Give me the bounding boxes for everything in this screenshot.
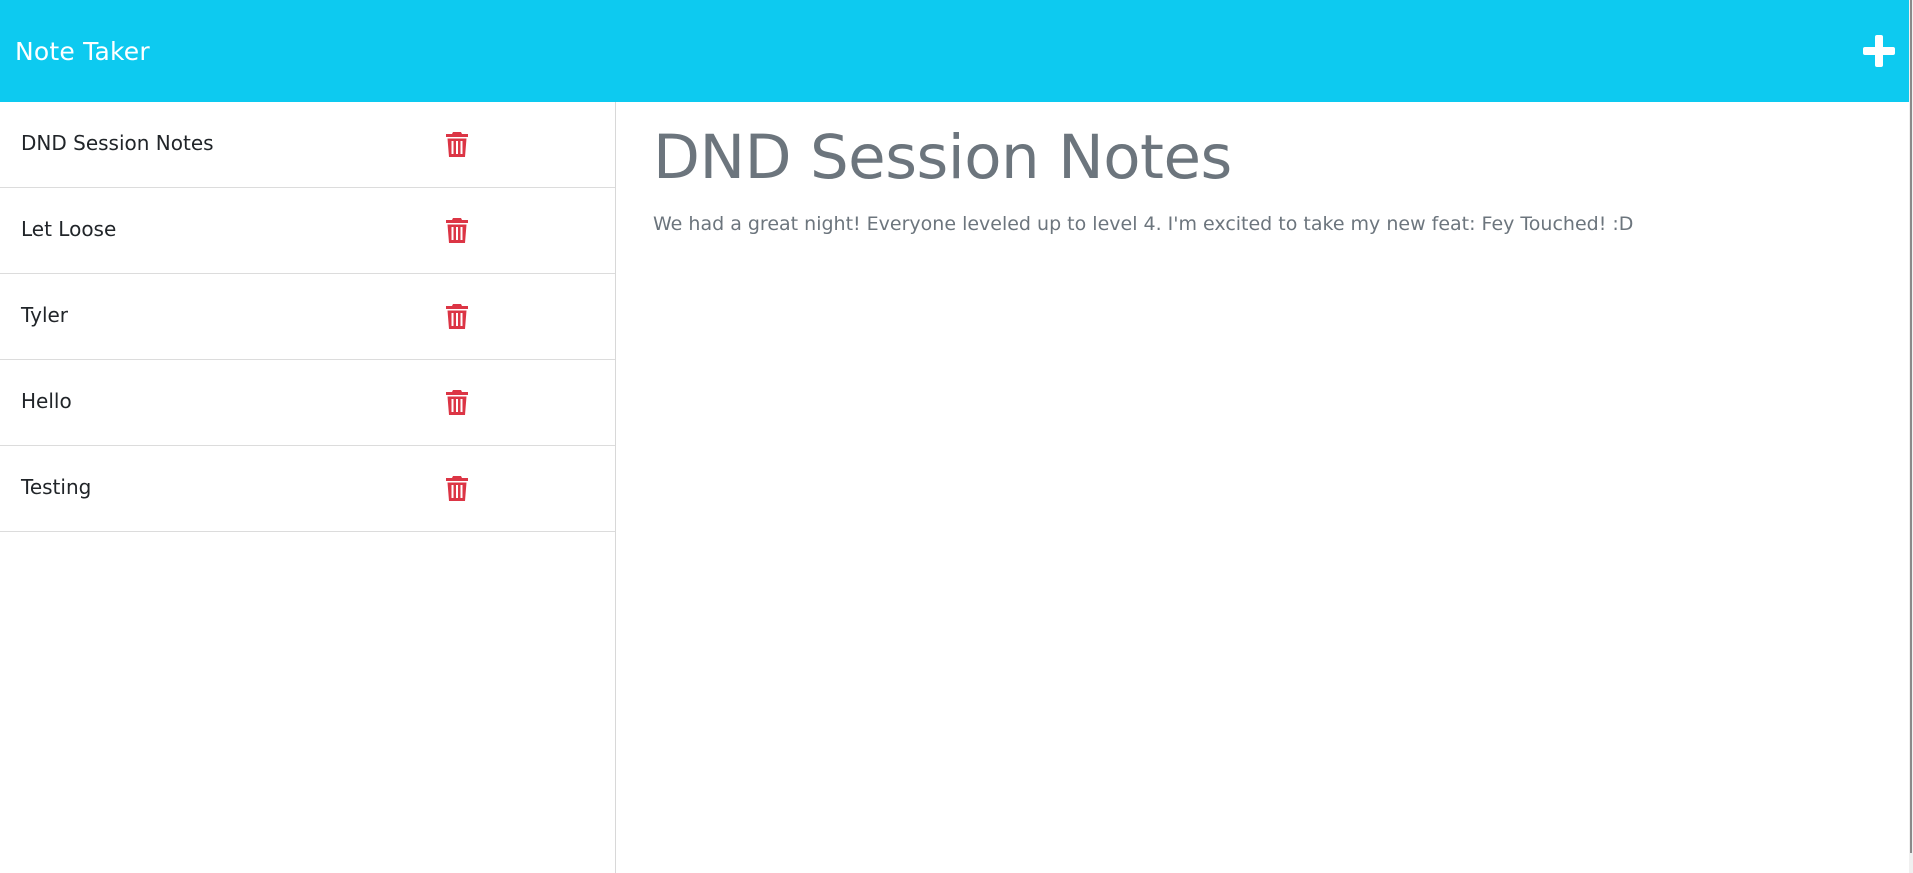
app-title[interactable]: Note Taker (15, 37, 150, 66)
note-list-item-title: Let Loose (21, 217, 117, 241)
navbar: Note Taker (0, 0, 1909, 102)
list-item[interactable]: Testing (0, 446, 615, 532)
note-title[interactable]: DND Session Notes (653, 122, 1232, 193)
note-list: DND Session Notes Let Loose Tyler Hello … (0, 102, 616, 873)
note-list-item-title: Tyler (21, 303, 69, 327)
trash-icon[interactable] (446, 304, 468, 330)
trash-icon[interactable] (446, 218, 468, 244)
trash-icon[interactable] (446, 476, 468, 502)
note-list-item-title: Hello (21, 389, 72, 413)
scrollbar[interactable] (1909, 0, 1913, 873)
note-list-item-title: DND Session Notes (21, 131, 214, 155)
trash-icon[interactable] (446, 132, 468, 158)
note-editor: DND Session Notes We had a great night! … (617, 102, 1909, 873)
note-text[interactable]: We had a great night! Everyone leveled u… (653, 213, 1633, 235)
list-item[interactable]: DND Session Notes (0, 102, 615, 188)
plus-icon[interactable] (1863, 35, 1895, 67)
note-list-item-title: Testing (21, 475, 92, 499)
list-item[interactable]: Tyler (0, 274, 615, 360)
scrollbar-thumb[interactable] (1910, 0, 1912, 853)
trash-icon[interactable] (446, 390, 468, 416)
list-item[interactable]: Hello (0, 360, 615, 446)
list-item[interactable]: Let Loose (0, 188, 615, 274)
